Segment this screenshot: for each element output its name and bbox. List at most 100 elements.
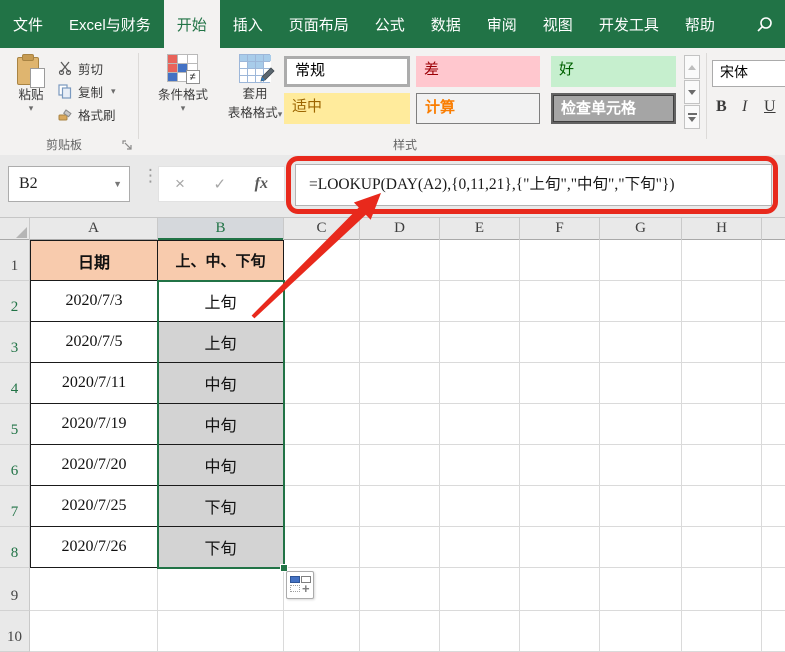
cell-b6[interactable]: 中旬 — [158, 445, 284, 486]
search-button[interactable] — [743, 0, 785, 48]
tab-view[interactable]: 视图 — [530, 0, 586, 48]
cell[interactable] — [440, 611, 520, 652]
name-box[interactable]: B2 ▼ — [8, 166, 130, 202]
tab-page-layout[interactable]: 页面布局 — [276, 0, 362, 48]
row-header-5[interactable]: 5 — [0, 404, 30, 445]
paste-button[interactable]: 粘贴 ▾ — [8, 54, 54, 113]
cell[interactable] — [520, 568, 600, 611]
cell[interactable] — [682, 568, 762, 611]
row-header-9[interactable]: 9 — [0, 568, 30, 611]
tab-home[interactable]: 开始 — [163, 0, 220, 48]
cell[interactable] — [440, 527, 520, 568]
gallery-scroll-up-button[interactable] — [684, 55, 700, 79]
cell-a2[interactable]: 2020/7/3 — [30, 281, 158, 322]
formula-input[interactable]: =LOOKUP(DAY(A2),{0,11,21},{"上旬","中旬","下旬… — [295, 164, 772, 206]
cell-b1[interactable]: 上、中、下旬 — [158, 240, 284, 281]
column-header-d[interactable]: D — [360, 218, 440, 240]
cell[interactable] — [284, 240, 360, 281]
cell[interactable] — [284, 363, 360, 404]
cell[interactable] — [682, 281, 762, 322]
cell[interactable] — [520, 363, 600, 404]
tab-developer[interactable]: 开发工具 — [586, 0, 672, 48]
cell[interactable] — [158, 611, 284, 652]
cell[interactable] — [284, 527, 360, 568]
cell[interactable] — [520, 322, 600, 363]
cell[interactable] — [440, 322, 520, 363]
cell-b3[interactable]: 上旬 — [158, 322, 284, 363]
cell-b8[interactable]: 下旬 — [158, 527, 284, 568]
cell-a1[interactable]: 日期 — [30, 240, 158, 281]
underline-button[interactable]: U — [764, 98, 776, 116]
cell[interactable] — [682, 404, 762, 445]
cell[interactable] — [360, 568, 440, 611]
cell[interactable] — [520, 240, 600, 281]
cell-b4[interactable]: 中旬 — [158, 363, 284, 404]
column-header-g[interactable]: G — [600, 218, 682, 240]
italic-button[interactable]: I — [742, 98, 747, 116]
cell-a6[interactable]: 2020/7/20 — [30, 445, 158, 486]
cell[interactable] — [360, 445, 440, 486]
format-as-table-button[interactable]: 套用 表格格式▾ — [224, 54, 286, 121]
tab-data[interactable]: 数据 — [418, 0, 474, 48]
cell[interactable] — [360, 486, 440, 527]
tab-review[interactable]: 审阅 — [474, 0, 530, 48]
cell[interactable] — [600, 611, 682, 652]
cell[interactable] — [440, 404, 520, 445]
cell[interactable] — [600, 445, 682, 486]
row-header-7[interactable]: 7 — [0, 486, 30, 527]
cell[interactable] — [600, 527, 682, 568]
bold-button[interactable]: B — [716, 98, 727, 116]
insert-function-icon[interactable]: fx — [255, 175, 268, 193]
cell-style-calculation[interactable]: 计算 — [416, 93, 540, 124]
row-header-4[interactable]: 4 — [0, 363, 30, 404]
font-name-select[interactable]: 宋体 — [712, 60, 785, 87]
cell[interactable] — [682, 363, 762, 404]
cell[interactable] — [360, 611, 440, 652]
cell-style-check-cell[interactable]: 检查单元格 — [551, 93, 676, 124]
cell[interactable] — [520, 445, 600, 486]
row-header-8[interactable]: 8 — [0, 527, 30, 568]
cell[interactable] — [682, 527, 762, 568]
select-all-button[interactable] — [0, 218, 30, 240]
cell-style-normal[interactable]: 常规 — [284, 56, 410, 87]
cell[interactable] — [360, 527, 440, 568]
cell[interactable] — [440, 486, 520, 527]
cell[interactable] — [284, 611, 360, 652]
tab-formulas[interactable]: 公式 — [362, 0, 418, 48]
tab-help[interactable]: 帮助 — [672, 0, 728, 48]
cell[interactable] — [682, 611, 762, 652]
cell[interactable] — [360, 322, 440, 363]
cell[interactable] — [600, 363, 682, 404]
row-header-3[interactable]: 3 — [0, 322, 30, 363]
cell[interactable] — [682, 322, 762, 363]
row-header-10[interactable]: 10 — [0, 611, 30, 652]
cell[interactable] — [520, 611, 600, 652]
cell[interactable] — [284, 445, 360, 486]
row-header-1[interactable]: 1 — [0, 240, 30, 281]
tab-insert[interactable]: 插入 — [220, 0, 276, 48]
cell[interactable] — [682, 240, 762, 281]
cell-a5[interactable]: 2020/7/19 — [30, 404, 158, 445]
tab-excel-finance[interactable]: Excel与财务 — [56, 0, 164, 48]
cell[interactable] — [440, 445, 520, 486]
cell[interactable] — [440, 281, 520, 322]
enter-icon[interactable]: ✓ — [214, 175, 227, 193]
cell[interactable] — [520, 486, 600, 527]
cell-b2-active[interactable]: 上旬 — [158, 281, 284, 322]
conditional-formatting-button[interactable]: ≠ 条件格式 ▾ — [142, 54, 224, 113]
cell[interactable] — [284, 281, 360, 322]
cell-style-neutral[interactable]: 适中 — [284, 93, 410, 124]
cell[interactable] — [600, 486, 682, 527]
tab-file[interactable]: 文件 — [0, 0, 56, 48]
cell[interactable] — [440, 240, 520, 281]
row-header-6[interactable]: 6 — [0, 445, 30, 486]
cell[interactable] — [440, 568, 520, 611]
cell-b5[interactable]: 中旬 — [158, 404, 284, 445]
cell[interactable] — [284, 486, 360, 527]
cell[interactable] — [600, 240, 682, 281]
cell[interactable] — [284, 404, 360, 445]
cell[interactable] — [440, 363, 520, 404]
cell[interactable] — [520, 527, 600, 568]
cell[interactable] — [682, 486, 762, 527]
formula-bar-handle[interactable]: ⋮ — [142, 167, 159, 184]
